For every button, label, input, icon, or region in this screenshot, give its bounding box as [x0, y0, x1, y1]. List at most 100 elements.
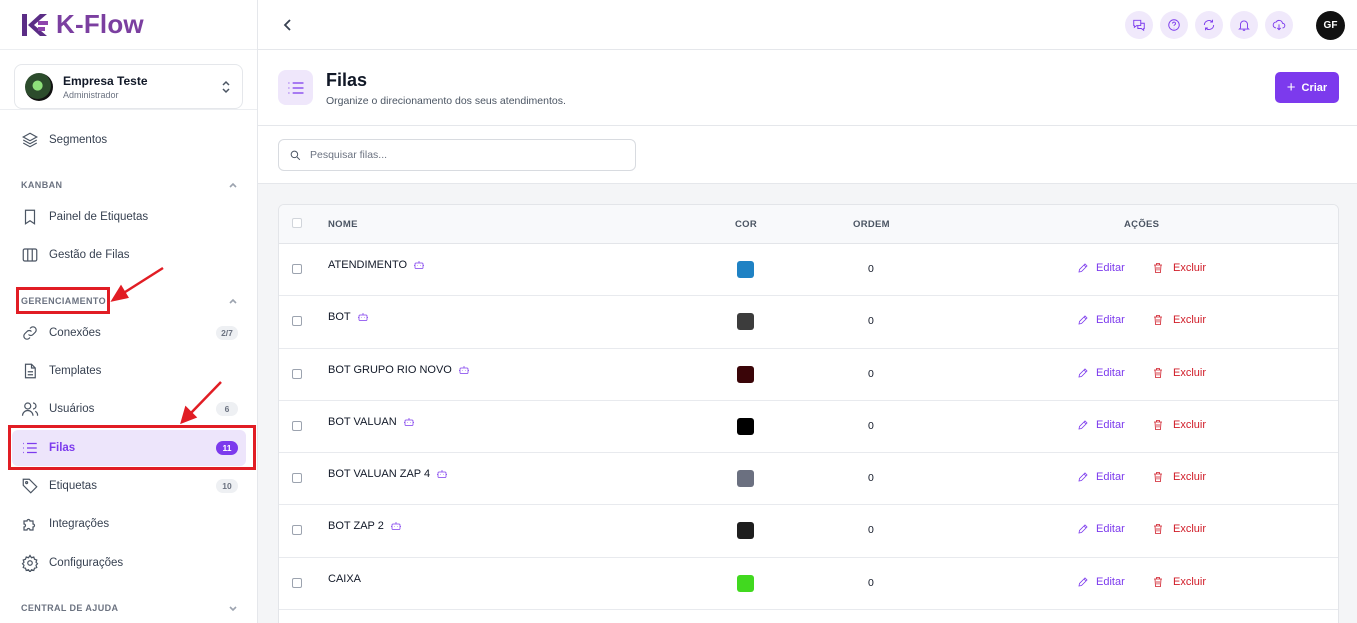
delete-button[interactable]: Excluir [1152, 523, 1206, 535]
queues-table: NOME COR ORDEM AÇÕES ATENDIMENTO 0 Editar E… [278, 204, 1339, 623]
sidebar-item-painel-etiquetas[interactable]: Painel de Etiquetas [0, 199, 257, 235]
pencil-icon [1078, 524, 1088, 534]
edit-button[interactable]: Editar [1077, 314, 1125, 326]
row-checkbox[interactable] [292, 473, 302, 484]
refresh-button[interactable] [1195, 11, 1223, 39]
queue-name: CAIXA [328, 573, 361, 585]
sidebar-item-configuracoes[interactable]: Configurações [0, 545, 257, 581]
plus-icon: + [1286, 79, 1296, 96]
download-button[interactable] [1265, 11, 1293, 39]
row-checkbox[interactable] [292, 368, 302, 379]
notifications-button[interactable] [1230, 11, 1258, 39]
user-avatar[interactable]: GF [1316, 11, 1345, 40]
sidebar-item-gestao-filas[interactable]: Gestão de Filas [0, 237, 257, 273]
delete-button[interactable]: Excluir [1152, 262, 1206, 274]
pencil-icon [1078, 263, 1088, 273]
row-checkbox[interactable] [292, 316, 302, 327]
queue-name: BOT VALUAN [328, 416, 415, 428]
sidebar-item-label: Integrações [49, 518, 110, 530]
page-subtitle: Organize o direcionamento dos seus atend… [326, 95, 566, 107]
bot-icon [458, 365, 469, 374]
edit-button[interactable]: Editar [1077, 471, 1125, 483]
org-name: Empresa Teste [63, 73, 148, 88]
logo-text: K-Flow [56, 9, 144, 39]
sidebar-item-etiquetas[interactable]: Etiquetas 10 [0, 468, 257, 504]
column-header-nome[interactable]: NOME [328, 219, 358, 230]
queue-order: 0 [868, 524, 874, 537]
delete-label: Excluir [1173, 418, 1207, 431]
edit-label: Editar [1096, 471, 1125, 484]
queue-name: BOT VALUAN ZAP 4 [328, 468, 448, 480]
row-checkbox[interactable] [292, 525, 302, 536]
trash-icon [1154, 576, 1162, 587]
delete-button[interactable]: Excluir [1152, 419, 1206, 431]
delete-label: Excluir [1173, 471, 1207, 484]
edit-label: Editar [1096, 418, 1125, 431]
sidebar-item-label: Gestão de Filas [49, 249, 130, 261]
edit-button[interactable]: Editar [1077, 576, 1125, 588]
count-badge: 6 [216, 402, 238, 416]
pencil-icon [1078, 315, 1088, 325]
delete-button[interactable]: Excluir [1152, 471, 1206, 483]
trash-icon [1154, 315, 1162, 326]
row-checkbox[interactable] [292, 577, 302, 588]
link-icon [23, 326, 37, 340]
column-header-ordem[interactable]: ORDEM [853, 219, 890, 230]
bot-icon [437, 470, 448, 479]
help-button[interactable] [1160, 11, 1188, 39]
delete-label: Excluir [1173, 523, 1207, 536]
count-badge: 2/7 [216, 326, 238, 340]
page-header: Filas Organize o direcionamento dos seus… [258, 50, 1357, 126]
table-row: ATENDIMENTO 0 Editar Excluir [279, 244, 1338, 297]
collapse-sidebar-button[interactable] [278, 15, 298, 35]
sidebar-item-integracoes[interactable]: Integrações [0, 506, 257, 542]
table-row: BOT GRUPO RIO NOVO 0 Editar Excluir [279, 349, 1338, 401]
edit-button[interactable]: Editar [1077, 523, 1125, 535]
row-checkbox[interactable] [292, 264, 302, 274]
list-icon [278, 70, 313, 105]
bot-icon [403, 417, 414, 426]
help-circle-icon [1168, 19, 1180, 31]
sidebar-item-label: Etiquetas [49, 480, 97, 492]
sidebar-item-label: Painel de Etiquetas [49, 211, 149, 223]
queue-name: BOT [328, 311, 369, 323]
column-header-cor[interactable]: COR [735, 219, 757, 230]
delete-label: Excluir [1173, 575, 1207, 588]
sidebar-item-label: Templates [49, 365, 102, 377]
sidebar-item-conexoes[interactable]: Conexões 2/7 [0, 315, 257, 351]
table-body: ATENDIMENTO 0 Editar Excluir BOT 0 Editar Exclu… [279, 244, 1338, 611]
edit-button[interactable]: Editar [1077, 367, 1125, 379]
search-icon [290, 150, 301, 160]
layers-icon [22, 132, 38, 148]
org-switcher[interactable]: Empresa Teste Administrador [14, 64, 243, 109]
edit-label: Editar [1096, 575, 1125, 588]
sidebar-item-label: Segmentos [49, 134, 108, 146]
section-kanban[interactable]: KANBAN [21, 180, 238, 190]
chevron-up-down-icon [222, 80, 230, 93]
row-checkbox[interactable] [292, 420, 302, 431]
delete-button[interactable]: Excluir [1152, 367, 1206, 379]
chevron-up-icon [229, 298, 237, 304]
delete-button[interactable]: Excluir [1152, 576, 1206, 588]
edit-button[interactable]: Editar [1077, 419, 1125, 431]
table-header: NOME COR ORDEM AÇÕES [279, 205, 1338, 244]
create-button[interactable]: + Criar [1275, 72, 1339, 103]
sidebar-item-segmentos[interactable]: Segmentos [0, 122, 257, 158]
logo[interactable]: K-Flow [0, 0, 257, 50]
queue-order: 0 [868, 315, 874, 328]
select-all-checkbox[interactable] [292, 218, 302, 228]
section-central-ajuda[interactable]: CENTRAL DE AJUDA [21, 603, 238, 613]
delete-button[interactable]: Excluir [1152, 314, 1206, 326]
edit-button[interactable]: Editar [1077, 262, 1125, 274]
chat-button[interactable] [1125, 11, 1153, 39]
queue-name-text: BOT VALUAN [328, 415, 397, 428]
chevron-left-icon [283, 19, 291, 31]
sidebar-item-label: Usuários [49, 403, 95, 415]
k-flow-logo-icon [22, 13, 48, 36]
queue-order: 0 [868, 419, 874, 432]
search-input[interactable]: Pesquisar filas... [278, 139, 636, 171]
bot-icon [414, 261, 425, 269]
annotation-highlight-filas [8, 425, 256, 470]
sidebar-item-templates[interactable]: Templates [0, 353, 257, 389]
sidebar-item-usuarios[interactable]: Usuários 6 [0, 391, 257, 427]
